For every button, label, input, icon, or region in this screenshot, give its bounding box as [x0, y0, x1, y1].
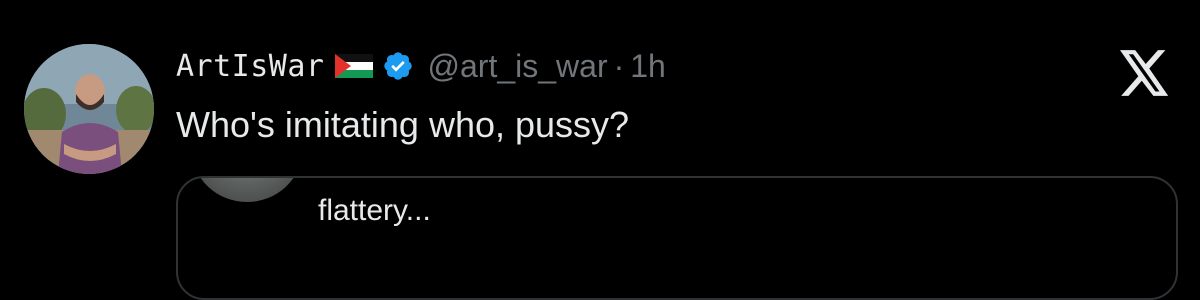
palestine-flag-icon: [334, 54, 373, 78]
timestamp[interactable]: 1h: [630, 48, 666, 85]
avatar-photo: [24, 44, 154, 174]
tweet-text: Who's imitating who, pussy?: [176, 104, 630, 145]
quoted-tweet-card[interactable]: flattery...: [176, 176, 1178, 300]
user-handle[interactable]: @art_is_war: [428, 48, 608, 85]
tweet-header: ArtIsWar @art_is_war · 1h: [176, 44, 666, 88]
avatar[interactable]: [24, 44, 154, 174]
quoted-tweet-avatar[interactable]: [192, 178, 302, 202]
display-name[interactable]: ArtIsWar: [176, 49, 325, 84]
quoted-tweet-text: flattery...: [318, 194, 431, 227]
x-logo-icon: [1120, 50, 1170, 96]
verified-badge-icon[interactable]: [382, 50, 414, 82]
separator-dot: ·: [613, 47, 625, 84]
